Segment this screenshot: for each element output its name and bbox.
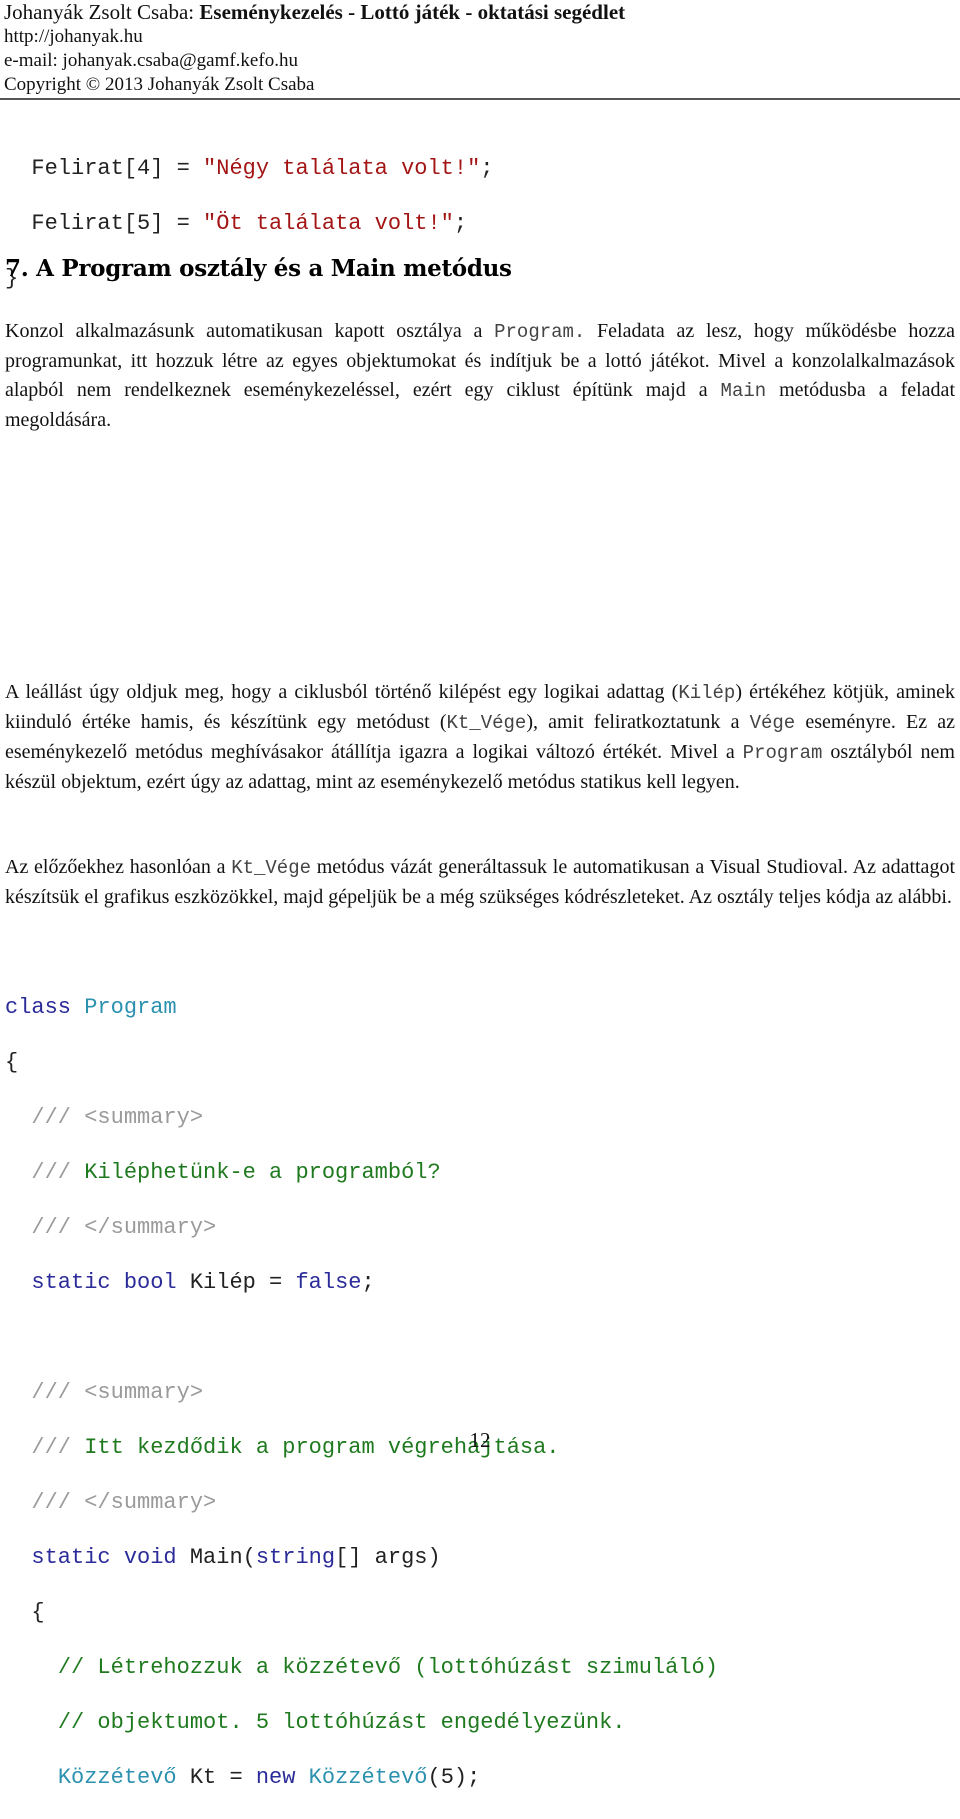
header-copyright: Copyright © 2013 Johanyák Zsolt Csaba	[4, 74, 315, 95]
inline-code: Kt_Vége	[231, 857, 312, 879]
inline-code: Program	[742, 742, 823, 764]
page-number: 12	[469, 1428, 491, 1452]
header-divider	[0, 98, 960, 100]
code-block-top: Felirat[4] = "Négy találata volt!"; Feli…	[5, 127, 494, 320]
page-header: Johanyák Zsolt Csaba: Eseménykezelés - L…	[4, 0, 956, 97]
code-string: "Négy találata volt!"	[203, 155, 481, 181]
code-line: /// <summary>	[31, 1104, 204, 1130]
code-line: Közzétevő Kt = new Közzétevő(5);	[57, 1764, 481, 1790]
code-block-program: class Program { /// <summary> /// Kiléph…	[5, 966, 718, 1819]
document-title: Eseménykezelés - Lottó játék - oktatási …	[199, 0, 626, 24]
code-line: {	[31, 1599, 45, 1625]
section-heading: 7. A Program osztály és a Main metódus	[5, 255, 512, 282]
code-line: /// </summary>	[31, 1214, 217, 1240]
code-string: "Öt találata volt!"	[203, 210, 454, 236]
code-line: {	[5, 1049, 19, 1075]
paragraph-program-class: Konzol alkalmazásunk automatikusan kapot…	[5, 320, 955, 431]
inline-code: Kilép	[678, 682, 736, 704]
inline-code: Main	[720, 380, 767, 402]
header-website: http://johanyak.hu	[4, 26, 143, 47]
paragraph-shutdown: A leállást úgy oldjuk meg, hogy a ciklus…	[5, 681, 956, 793]
header-email: e-mail: johanyak.csaba@gamf.kefo.hu	[4, 50, 298, 71]
code-line: /// </summary>	[31, 1489, 217, 1515]
code-line: // Létrehozzuk a közzétevő (lottóhúzást …	[57, 1654, 718, 1680]
code-line: class Program	[5, 994, 177, 1020]
paragraph-visual-studio: Az előzőekhez hasonlóan a Kt_Vége metódu…	[5, 856, 955, 908]
inline-code: Kt_Vége	[446, 712, 527, 734]
inline-code: Vége	[749, 712, 796, 734]
code-line: static void Main(string[] args)	[31, 1544, 441, 1570]
code-line: Felirat[5] = "Öt találata volt!";	[31, 210, 468, 236]
header-author: Johanyák Zsolt Csaba:	[4, 0, 200, 24]
inline-code: Program.	[494, 321, 586, 343]
code-line: /// <summary>	[31, 1379, 204, 1405]
code-line: Felirat[4] = "Négy találata volt!";	[31, 155, 494, 181]
code-line: static bool Kilép = false;	[31, 1269, 375, 1295]
header-title-line: Johanyák Zsolt Csaba: Eseménykezelés - L…	[4, 0, 956, 25]
code-line: /// Kiléphetünk-e a programból?	[31, 1159, 441, 1185]
code-line: // objektumot. 5 lottóhúzást engedélyezü…	[57, 1709, 626, 1735]
